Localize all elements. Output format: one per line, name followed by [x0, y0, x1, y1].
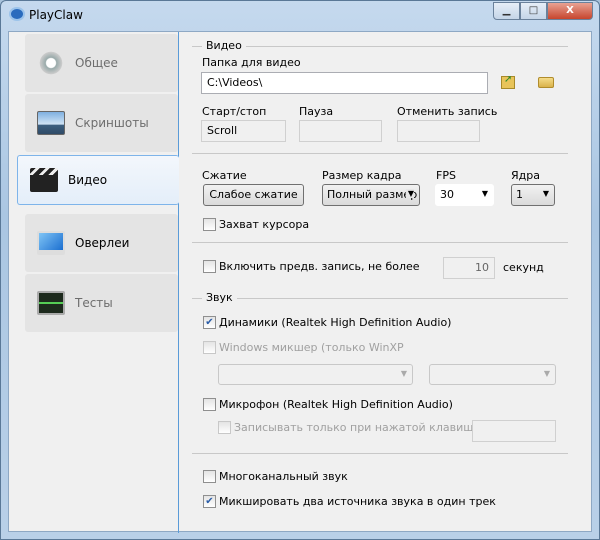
multichannel-checkbox[interactable]: Многоканальный звук — [203, 470, 348, 483]
client-area: Общее Скриншоты Видео Оверлеи Тесты Виде… — [8, 31, 592, 533]
sound-group: Звук — [192, 291, 568, 304]
monitor-icon — [37, 231, 65, 255]
prerecord-seconds-input[interactable]: 10 — [443, 257, 495, 279]
browse-folder-icon[interactable] — [538, 77, 554, 88]
nav-label: Скриншоты — [75, 116, 149, 130]
cores-label: Ядра — [511, 169, 540, 182]
fps-label: FPS — [436, 169, 456, 182]
checkmark-icon: ✔ — [203, 316, 216, 329]
nav-label: Видео — [68, 173, 108, 187]
cancel-record-hotkey-input[interactable] — [397, 120, 480, 142]
fps-dropdown[interactable]: 30 ▼ — [435, 184, 494, 206]
nav-label: Тесты — [75, 296, 113, 310]
speakers-checkbox[interactable]: ✔ Динамики (Realtek High Definition Audio… — [203, 316, 451, 329]
checkbox-box — [203, 398, 216, 411]
checkbox-box — [203, 218, 216, 231]
start-stop-label: Старт/стоп — [202, 105, 267, 118]
nav-item-general[interactable]: Общее — [25, 34, 178, 92]
checkbox-box — [203, 260, 216, 273]
pause-hotkey-input[interactable] — [299, 120, 382, 142]
checkbox-box — [218, 421, 231, 434]
checkbox-label: Записывать только при нажатой клавише — [234, 421, 481, 434]
video-group: Видео — [192, 39, 568, 52]
cores-dropdown[interactable]: 1 ▼ — [511, 184, 555, 206]
start-stop-hotkey-input[interactable]: Scroll — [201, 120, 286, 142]
chevron-down-icon: ▼ — [542, 189, 549, 198]
picture-icon — [37, 111, 65, 135]
chevron-down-icon: ▼ — [481, 189, 488, 198]
mixer-source-dropdown-2[interactable]: ▼ — [429, 364, 556, 385]
gear-icon — [37, 51, 65, 75]
nav-label: Оверлеи — [75, 236, 130, 250]
nav-label: Общее — [75, 56, 118, 70]
seconds-label: секунд — [503, 261, 544, 274]
nav-item-tests[interactable]: Тесты — [25, 274, 178, 332]
windows-mixer-checkbox[interactable]: Windows микшер (только WinXP — [203, 341, 404, 354]
checkbox-label: Windows микшер (только WinXP — [219, 341, 404, 354]
checkbox-label: Многоканальный звук — [219, 470, 348, 483]
folder-input[interactable]: C:\Videos\ — [201, 72, 488, 94]
push-to-talk-checkbox[interactable]: Записывать только при нажатой клавише — [218, 421, 480, 434]
checkbox-label: Захват курсора — [219, 218, 310, 231]
mix-two-sources-checkbox[interactable]: ✔ Микшировать два источника звука в один … — [203, 495, 496, 508]
nav-item-overlays[interactable]: Оверлеи — [25, 214, 178, 272]
microphone-checkbox[interactable]: Микрофон (Realtek High Definition Audio) — [203, 398, 453, 411]
divider — [192, 242, 568, 243]
maximize-button[interactable]: □ — [520, 2, 547, 20]
compression-button[interactable]: Слабое сжатие — [203, 184, 304, 206]
chevron-down-icon: ▼ — [405, 189, 414, 198]
divider — [192, 453, 568, 454]
nav-item-video[interactable]: Видео — [17, 155, 179, 205]
capture-cursor-checkbox[interactable]: Захват курсора — [203, 218, 309, 231]
frame-size-dropdown[interactable]: Полный размер ▼ — [322, 184, 420, 206]
open-folder-up-icon[interactable]: ➚ — [501, 74, 515, 89]
video-group-title: Видео — [202, 39, 246, 52]
playclaw-logo-icon — [9, 7, 25, 21]
checkbox-label: Микшировать два источника звука в один т… — [219, 495, 496, 508]
push-to-talk-hotkey-input[interactable] — [472, 420, 556, 442]
close-button[interactable]: X — [547, 2, 593, 20]
checkbox-box — [203, 470, 216, 483]
pause-label: Пауза — [299, 105, 334, 118]
heartbeat-monitor-icon — [37, 291, 65, 315]
nav-divider — [178, 32, 179, 533]
frame-size-label: Размер кадра — [322, 169, 402, 182]
cancel-record-label: Отменить запись — [397, 105, 498, 118]
cores-value: 1 — [516, 188, 523, 201]
chevron-down-icon: ▼ — [400, 369, 407, 378]
compression-label: Сжатие — [202, 169, 247, 182]
nav-item-screenshots[interactable]: Скриншоты — [25, 94, 178, 152]
checkmark-icon: ✔ — [203, 495, 216, 508]
chevron-down-icon: ▼ — [543, 369, 550, 378]
sound-group-title: Звук — [202, 291, 237, 304]
mixer-source-dropdown-1[interactable]: ▼ — [218, 364, 413, 385]
frame-size-value: Полный размер — [327, 188, 418, 201]
checkbox-box — [203, 341, 216, 354]
checkbox-label: Микрофон (Realtek High Definition Audio) — [219, 398, 453, 411]
folder-label: Папка для видео — [202, 56, 301, 69]
prerecord-checkbox[interactable]: Включить предв. запись, не более — [203, 260, 420, 273]
checkbox-label: Включить предв. запись, не более — [219, 260, 420, 273]
clapperboard-icon — [30, 168, 58, 192]
window-title: PlayClaw — [29, 8, 83, 22]
checkbox-label: Динамики (Realtek High Definition Audio) — [219, 316, 452, 329]
minimize-button[interactable]: ▁ — [493, 2, 520, 20]
divider — [192, 153, 568, 154]
fps-value: 30 — [440, 188, 454, 201]
